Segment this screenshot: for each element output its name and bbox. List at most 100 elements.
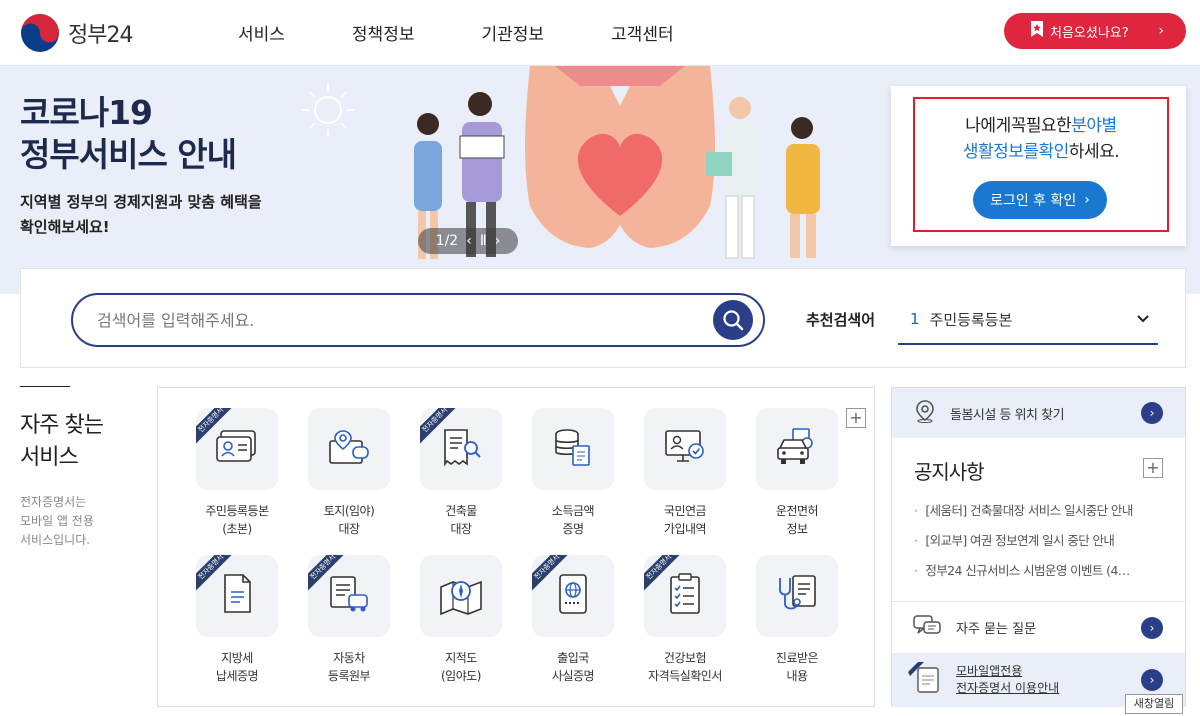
nav-customer-center[interactable]: 고객센터	[611, 20, 674, 45]
service-item[interactable]: 전자증명서건축물 대장	[409, 408, 513, 538]
coins-document-icon	[551, 426, 595, 472]
notice-more-button[interactable]: +	[1143, 458, 1163, 478]
service-item[interactable]: 진료받은 내용	[745, 555, 849, 685]
header: 정부24 서비스 정책정보 기관정보 고객센터 처음오셨나요? ›	[0, 0, 1200, 66]
service-item[interactable]: 소득금액 증명	[521, 408, 625, 538]
pager-next-icon[interactable]: ›	[495, 233, 501, 249]
service-label: 자동차 등록원부	[327, 651, 371, 683]
search-button[interactable]	[713, 300, 753, 340]
chevron-right-icon: ›	[1158, 23, 1164, 39]
service-tile[interactable]	[756, 408, 838, 490]
care-facility-label: 돌봄시설 등 위치 찾기	[950, 407, 1065, 423]
land-map-icon	[327, 427, 371, 471]
first-visit-button[interactable]: 처음오셨나요? ›	[1004, 13, 1186, 49]
service-tile[interactable]	[532, 408, 614, 490]
service-item[interactable]: 전자증명서지방세 납세증명	[185, 555, 289, 685]
service-label: 지방세 납세증명	[215, 651, 259, 683]
service-label: 진료받은 내용	[775, 651, 819, 683]
location-pin-icon	[914, 399, 936, 427]
services-more-button[interactable]: +	[846, 408, 866, 428]
search-area: 추천검색어 1 주민등록등본	[20, 268, 1186, 368]
search-icon	[723, 310, 744, 331]
taegeuk-logo-icon	[20, 13, 60, 53]
service-label: 소득금액 증명	[551, 504, 595, 536]
pager-counter: 1/2	[435, 233, 459, 249]
service-label: 출입국 사실증명	[551, 651, 595, 683]
chevron-right-icon: ›	[1141, 669, 1163, 691]
notice-item[interactable]: [세움터] 건축물대장 서비스 일시중단 안내	[914, 498, 1166, 528]
car-license-icon	[775, 426, 819, 472]
services-panel: + 전자증명서 주민등록등본 (초본) 토지(임야) 대장 전자증명서 건축물 대장 소득금액 증…	[157, 387, 875, 707]
service-tile[interactable]	[308, 408, 390, 490]
service-label: 건강보험 자격득실확인서	[648, 651, 722, 683]
service-label: 국민연금 가입내역	[663, 504, 707, 536]
service-label: 건축물 대장	[445, 504, 477, 536]
sun-icon	[298, 80, 358, 144]
service-label: 운전면허 정보	[775, 504, 819, 536]
service-tile[interactable]	[644, 408, 726, 490]
logo[interactable]: 정부24	[20, 13, 133, 53]
nav-services[interactable]: 서비스	[238, 20, 285, 45]
service-tile[interactable]	[756, 555, 838, 637]
search-box	[71, 293, 765, 347]
banner-pager[interactable]: 1/2 ‹ Ⅱ ›	[418, 228, 518, 254]
service-item[interactable]: 지적도 (임야도)	[409, 555, 513, 685]
search-input[interactable]	[97, 307, 697, 333]
pager-prev-icon[interactable]: ‹	[466, 233, 472, 249]
service-tile[interactable]: 전자증명서	[196, 555, 278, 637]
section-rule	[20, 386, 70, 387]
frequent-services-desc: 전자증명서는 모바일 앱 전용 서비스입니다.	[20, 495, 94, 547]
notice-list: [세움터] 건축물대장 서비스 일시중단 안내 [외교부] 여권 정보연계 일시…	[914, 498, 1166, 588]
service-tile[interactable]: 전자증명서	[532, 555, 614, 637]
service-item[interactable]: 전자증명서건강보험 자격득실확인서	[633, 555, 737, 685]
chat-bubbles-icon	[912, 613, 942, 643]
recommend-select[interactable]: 1 주민등록등본	[898, 295, 1158, 345]
mobile-cert-text: 모바일앱전용 전자증명서 이용안내	[956, 664, 1060, 695]
service-item[interactable]: 전자증명서 주민등록등본 (초본)	[185, 408, 289, 538]
chevron-right-icon: ›	[1141, 402, 1163, 424]
service-tile[interactable]: 전자증명서	[196, 408, 278, 490]
chevron-right-icon: ›	[1084, 192, 1090, 208]
login-promo-box: 나에게꼭필요한분야별 생활정보를확인하세요. 로그인 후 확인 ›	[891, 86, 1186, 246]
faq-link[interactable]: 자주 묻는 질문 ›	[892, 601, 1185, 653]
service-tile[interactable]: 전자증명서	[420, 408, 502, 490]
login-promo-highlight: 나에게꼭필요한분야별 생활정보를확인하세요. 로그인 후 확인 ›	[913, 97, 1169, 232]
notice-item[interactable]: [외교부] 여권 정보연계 일시 중단 안내	[914, 528, 1166, 558]
logo-text: 정부24	[68, 23, 133, 48]
service-tile[interactable]	[420, 555, 502, 637]
checklist-icon	[665, 572, 705, 620]
bookmark-star-icon	[1030, 20, 1044, 42]
service-item[interactable]: 전자증명서출입국 사실증명	[521, 555, 625, 685]
service-item[interactable]: 전자증명서자동차 등록원부	[297, 555, 401, 685]
recommend-value: 주민등록등본	[929, 310, 1013, 329]
notice-item[interactable]: 정부24 신규서비스 시범운영 이벤트 (4…	[914, 558, 1166, 588]
recommend-rank: 1	[910, 310, 920, 328]
chevron-down-icon	[1136, 309, 1150, 328]
service-item[interactable]: 운전면허 정보	[745, 408, 849, 538]
chevron-right-icon: ›	[1141, 616, 1163, 639]
service-label: 토지(임야) 대장	[323, 504, 375, 536]
service-item[interactable]: 국민연금 가입내역	[633, 408, 737, 538]
banner-title: 코로나19 정부서비스 안내	[20, 93, 237, 174]
service-item[interactable]: 토지(임야) 대장	[297, 408, 401, 538]
banner-subtitle: 지역별 정부의 경제지원과 맞춤 혜택을 확인해보세요!	[20, 193, 262, 236]
frequent-services-title: 자주 찾는 서비스	[20, 413, 104, 470]
nav-policy[interactable]: 정책정보	[352, 20, 415, 45]
notice-title: 공지사항	[914, 460, 985, 484]
nav-agency[interactable]: 기관정보	[481, 20, 544, 45]
service-tile[interactable]: 전자증명서	[644, 555, 726, 637]
pension-icon	[663, 427, 707, 471]
car-registration-icon	[327, 573, 371, 619]
login-promo-message: 나에게꼭필요한분야별 생활정보를확인하세요.	[962, 116, 1120, 162]
id-card-icon	[215, 429, 259, 469]
service-label: 지적도 (임야도)	[441, 651, 481, 683]
care-facility-link[interactable]: 돌봄시설 등 위치 찾기 ›	[892, 388, 1185, 438]
login-confirm-button[interactable]: 로그인 후 확인 ›	[973, 181, 1107, 219]
building-document-icon	[439, 426, 483, 472]
pager-pause-icon[interactable]: Ⅱ	[480, 233, 487, 249]
faq-label: 자주 묻는 질문	[956, 622, 1037, 637]
main-nav: 서비스 정책정보 기관정보 고객센터	[238, 20, 741, 45]
stethoscope-icon	[775, 572, 819, 620]
new-window-tooltip: 새창열림	[1125, 694, 1183, 714]
service-tile[interactable]: 전자증명서	[308, 555, 390, 637]
